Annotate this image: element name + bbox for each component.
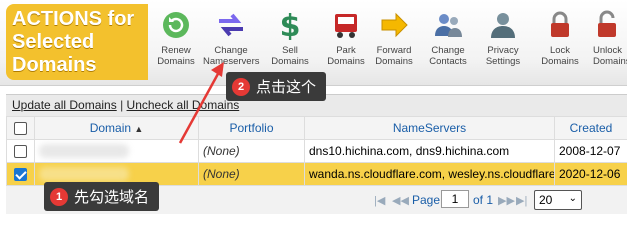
banner-line-2: Selected: [12, 31, 95, 53]
portfolio-column-header[interactable]: Portfolio: [198, 116, 305, 140]
step-2-text: 点击这个: [256, 79, 317, 96]
unlock-label-2: Domains: [593, 56, 627, 67]
renew-domains-button[interactable]: Renew Domains: [148, 4, 204, 80]
unlock-icon: [597, 10, 616, 37]
change-nameservers-button[interactable]: Change Nameservers: [203, 4, 260, 80]
redacted-domain-name: [39, 144, 129, 159]
row-checkbox-cell: [6, 139, 35, 163]
last-page-icon[interactable]: ▶|: [516, 194, 527, 207]
sell-label-1: Sell: [282, 45, 298, 56]
sort-ascending-icon: ▲: [134, 124, 144, 134]
renew-icon: [163, 12, 189, 38]
step-2-badge: 2: [232, 78, 250, 96]
renew-label-2: Domains: [157, 56, 195, 67]
change-contacts-label-1: Change: [431, 45, 465, 56]
dollar-icon: $: [280, 10, 301, 40]
truck-icon: [335, 14, 357, 38]
domain-cell[interactable]: [34, 139, 199, 163]
step-1-text: 先勾选域名: [74, 189, 150, 206]
select-all-checkbox[interactable]: [14, 122, 27, 136]
update-bar-separator: |: [120, 98, 124, 112]
next-page-icon[interactable]: ▶▶: [498, 194, 515, 207]
forward-domains-button[interactable]: Forward Domains: [366, 4, 422, 80]
forward-label-1: Forward: [376, 45, 412, 56]
page-count-label: of 1: [473, 193, 494, 207]
banner-line-1: ACTIONS for: [12, 8, 135, 30]
privacy-settings-button[interactable]: Privacy Settings: [475, 4, 531, 80]
row-checkbox-checked[interactable]: [14, 168, 27, 182]
prev-page-icon[interactable]: ◀◀: [392, 194, 409, 207]
table-row[interactable]: (None) dns10.hichina.com, dns9.hichina.c…: [6, 139, 627, 163]
lock-label-1: Lock: [549, 45, 571, 56]
lock-label-2: Domains: [541, 56, 579, 67]
renew-label-1: Renew: [161, 45, 191, 56]
row-checkbox[interactable]: [14, 145, 27, 159]
domains-table: Domain ▲ Portfolio NameServers Created (…: [6, 116, 627, 186]
domain-column-header[interactable]: Domain ▲: [34, 116, 199, 140]
unlock-domains-button[interactable]: Unlock Domains: [586, 4, 627, 80]
nameservers-cell: wanda.ns.cloudflare.com, wesley.ns.cloud…: [304, 162, 555, 186]
rows-per-page-select[interactable]: 20 ⌄: [534, 190, 582, 210]
contacts-icon: [435, 14, 462, 37]
svg-text:$: $: [280, 10, 301, 40]
created-column-header[interactable]: Created: [554, 116, 627, 140]
privacy-icon: [491, 13, 515, 38]
change-nameservers-label-1: Change: [214, 45, 248, 56]
portfolio-cell: (None): [198, 162, 305, 186]
nameservers-column-header[interactable]: NameServers: [304, 116, 555, 140]
first-page-icon[interactable]: |◀: [374, 194, 385, 207]
rows-per-page-value: 20: [539, 193, 553, 207]
portfolio-cell: (None): [198, 139, 305, 163]
row-checkbox-cell: [6, 162, 35, 186]
change-contacts-label-2: Contacts: [429, 56, 467, 67]
privacy-label-1: Privacy: [487, 45, 519, 56]
actions-for-selected-domains-banner: ACTIONS for Selected Domains: [6, 4, 148, 80]
update-all-domains-link[interactable]: Update all Domains: [12, 98, 117, 112]
step-1-callout: 1 先勾选域名: [44, 182, 160, 211]
step-1-badge: 1: [50, 188, 68, 206]
nameservers-icon: [219, 13, 243, 37]
created-cell: 2008-12-07: [554, 139, 627, 163]
forward-arrow-icon: [381, 12, 408, 38]
page-label: Page: [412, 193, 441, 207]
select-all-cell: [6, 116, 35, 140]
forward-label-2: Domains: [375, 56, 413, 67]
change-nameservers-label-2: Nameservers: [203, 56, 260, 67]
lock-icon: [551, 11, 569, 37]
chevron-down-icon: ⌄: [568, 193, 577, 204]
sell-domains-button[interactable]: $ Sell Domains: [262, 4, 318, 80]
redacted-domain-name: [39, 167, 129, 182]
banner-line-3: Domains: [12, 54, 97, 76]
sell-label-2: Domains: [271, 56, 309, 67]
table-header-row: Domain ▲ Portfolio NameServers Created: [6, 116, 627, 140]
step-2-callout: 2 点击这个: [226, 72, 327, 101]
unlock-label-1: Unlock: [593, 45, 623, 56]
uncheck-all-domains-link[interactable]: Uncheck all Domains: [127, 98, 240, 112]
created-cell: 2020-12-06: [554, 162, 627, 186]
nameservers-cell: dns10.hichina.com, dns9.hichina.com: [304, 139, 555, 163]
change-contacts-button[interactable]: Change Contacts: [420, 4, 476, 80]
page-number-input[interactable]: [441, 190, 469, 208]
lock-domains-button[interactable]: Lock Domains: [532, 4, 588, 80]
privacy-label-2: Settings: [485, 56, 521, 67]
domain-header-label: Domain: [89, 121, 132, 135]
